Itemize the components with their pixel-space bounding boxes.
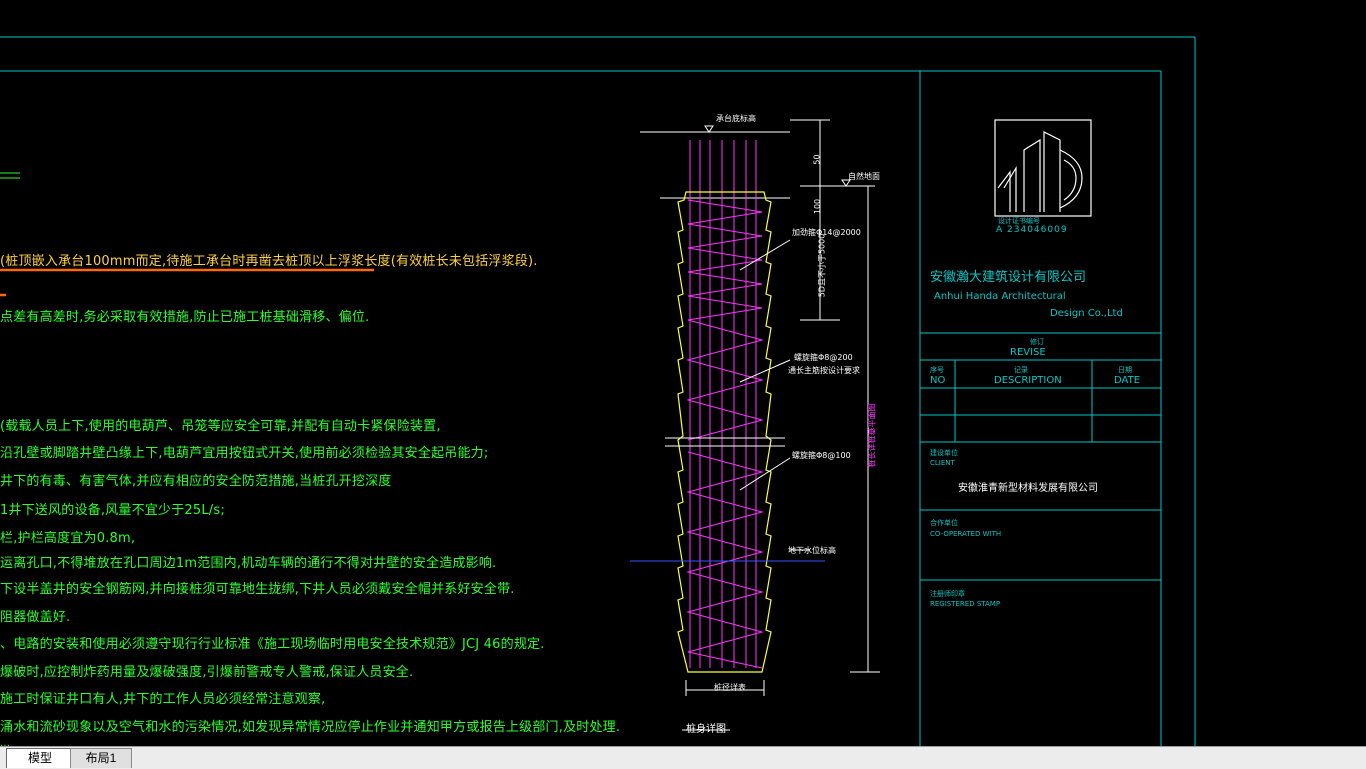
client-en: CLIENT <box>930 459 955 467</box>
pile-dim-length: 桩长详桩基平面图 <box>867 403 877 468</box>
pile-dim-50: 50 <box>812 154 822 165</box>
coop-en: CO-OPERATED WITH <box>930 530 1002 538</box>
note-line-12: 爆破时,应控制炸药用量及爆破强度,引爆前警戒专人警戒,保证人员安全. <box>0 665 414 680</box>
company-name-cn: 安徽瀚大建筑设计有限公司 <box>930 270 1087 285</box>
date-en: DATE <box>1114 375 1141 386</box>
pile-top-label: 承台底标高 <box>716 114 756 123</box>
note-line-13: 施工时保证井口有人,井下的工作人员必须经常注意观察, <box>0 692 326 707</box>
company-logo <box>994 119 1092 217</box>
company-name-en-2: Design Co.,Ltd <box>1050 308 1123 319</box>
coop-cn: 合作单位 <box>930 519 958 527</box>
tab-model[interactable]: 模型 <box>6 748 74 768</box>
cad-drawing-canvas[interactable]: (桩顶嵌入承台100mm而定,待施工承台时再凿去桩顶以上浮浆长度(有效桩长未包括… <box>0 0 1366 746</box>
note-line-3: (载载人员上下,使用的电葫芦、吊笼等应安全可靠,并配有自动卡紧保险装置, <box>0 419 441 434</box>
pile-caption: 桩身详图 <box>686 724 726 735</box>
note-line-7: 栏,护栏高度宜为0.8m, <box>0 531 136 546</box>
note-line-11: 、电路的安装和使用必须遵守现行行业标准《施工现场临时用电安全技术规范》JCJ 4… <box>0 637 545 652</box>
desc-en: DESCRIPTION <box>994 375 1062 386</box>
pile-water-label: 地下水位标高 <box>788 546 836 555</box>
note-line-14: 涌水和流砂现象以及空气和水的污染情况,如发现异常情况应停止作业并通知甲方或报告上… <box>0 720 621 735</box>
note-line-2: 点差有高差时,务必采取有效措施,防止已施工桩基础滑移、偏位. <box>0 310 370 325</box>
logo-number: A 234046009 <box>996 225 1068 235</box>
note-line-1: (桩顶嵌入承台100mm而定,待施工承台时再凿去桩顶以上浮浆长度(有效桩长未包括… <box>0 254 538 269</box>
note-line-9: 下设半盖井的安全钢筋网,并向接桩须可靠地生拢绑,下井人员必须戴安全帽并系好安全带… <box>0 582 515 597</box>
tab-layout1[interactable]: 布局1 <box>70 748 132 768</box>
client-name: 安徽淮青新型材料发展有限公司 <box>958 483 1098 494</box>
note-line-8: 运离孔口,不得堆放在孔口周边1m范围内,机动车辆的通行不得对井壁的安全造成影响. <box>0 556 497 571</box>
stamp-en: REGISTERED STAMP <box>930 600 1001 608</box>
desc-cn: 记录 <box>1014 366 1028 374</box>
no-cn: 序号 <box>930 366 944 374</box>
note-line-15: ... <box>0 738 11 746</box>
pile-rebar-label-4: 螺旋箍Φ8@100 <box>792 451 851 460</box>
pile-dim-width: 桩径详表 <box>714 683 746 692</box>
revise-cn: 修订 <box>1030 338 1044 346</box>
layout-tab-bar: 模型 布局1 <box>0 746 1366 769</box>
note-line-5: 井下的有毒、有害气体,并应有相应的安全防范措施,当桩孔开挖深度 <box>0 474 392 489</box>
company-name-en-1: Anhui Handa Architectural <box>934 291 1066 302</box>
stamp-cn: 注册师印章 <box>930 590 965 598</box>
client-cn: 建设单位 <box>930 449 958 457</box>
revise-en: REVISE <box>1010 347 1046 358</box>
pile-rebar-label-2: 螺旋箍Φ8@200 <box>794 353 853 362</box>
no-en: NO <box>930 375 946 386</box>
note-line-4: 沿孔壁或脚踏井壁凸缘上下,电葫芦宜用按钮式开关,使用前必须检验其安全起吊能力; <box>0 446 489 461</box>
pile-rebar-label-3: 通长主筋按设计要求 <box>788 366 860 375</box>
date-cn: 日期 <box>1118 366 1132 374</box>
pile-ground-label: 自然地面 <box>848 172 880 181</box>
pile-dim-100: 100 <box>813 198 823 215</box>
pile-dim-5d: 5D且不小于5000 <box>817 233 827 298</box>
note-line-6: 1井下送风的设备,风量不宜少于25L/s; <box>0 503 225 518</box>
pile-detail <box>630 119 880 731</box>
note-line-10: 阻器做盖好. <box>0 610 71 625</box>
